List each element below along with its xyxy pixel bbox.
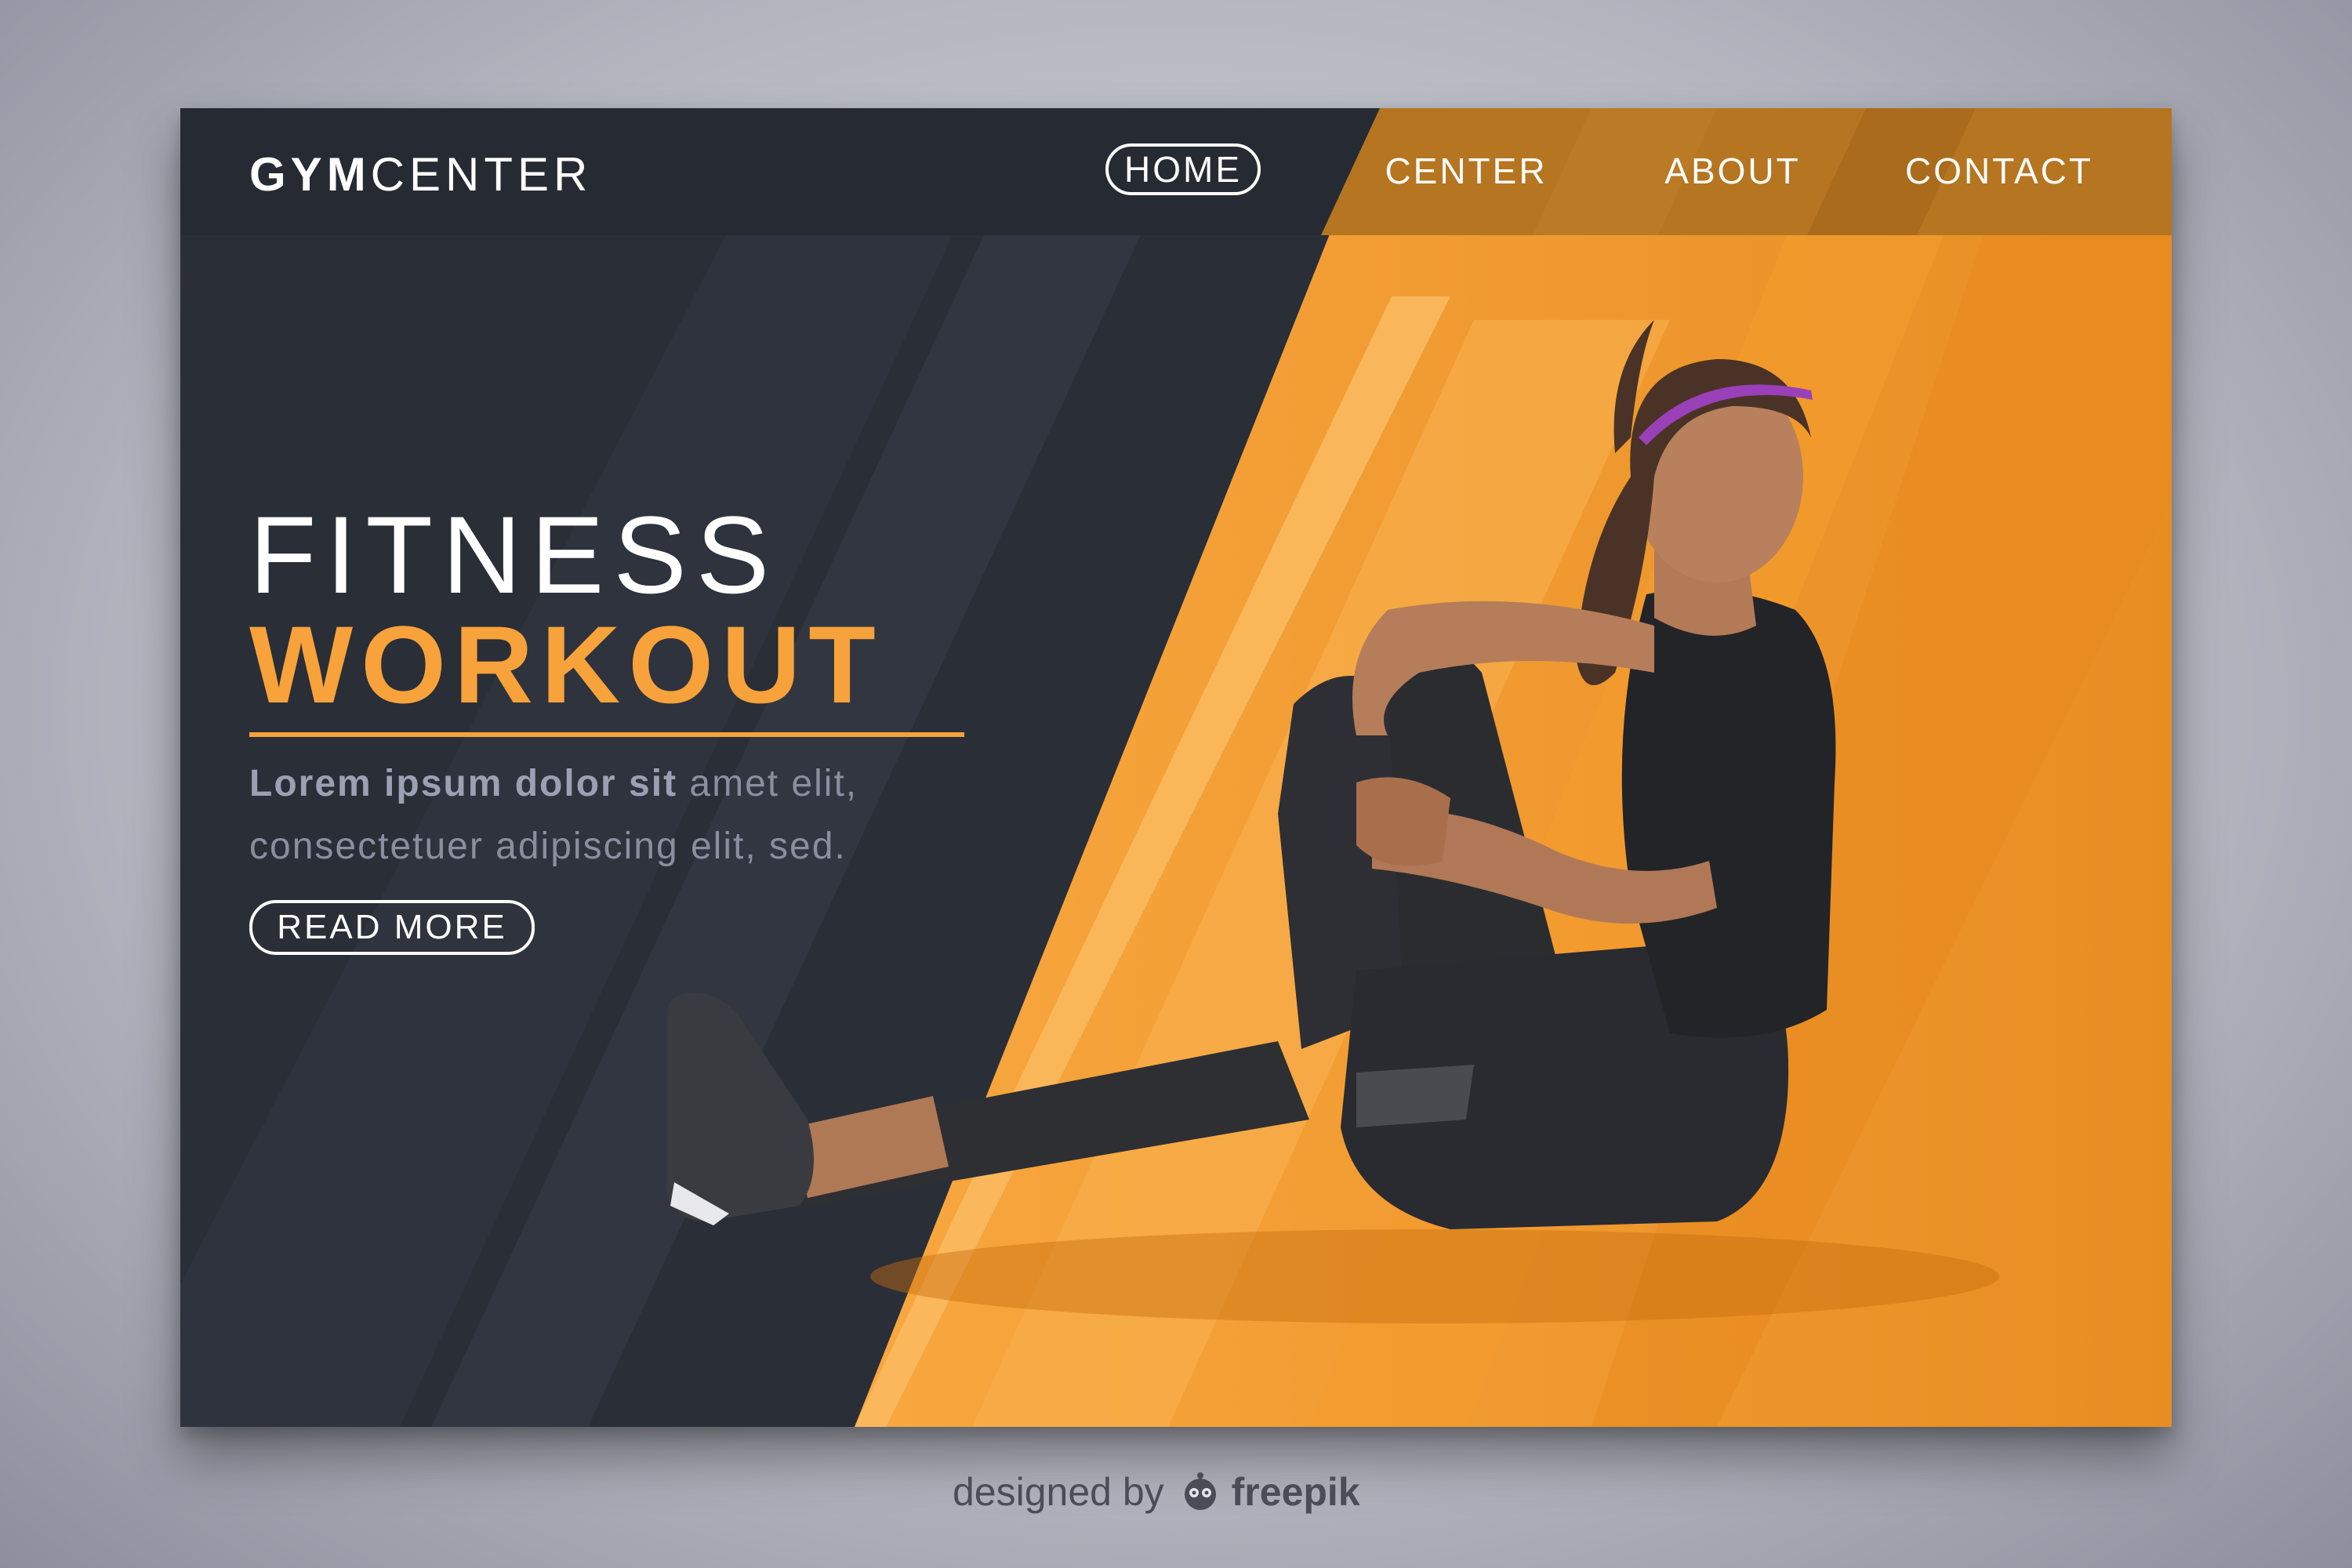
designer-credit[interactable]: designed by freepik [953, 1465, 1360, 1519]
athlete-photo [666, 320, 1999, 1323]
landing-page-card: GYMCENTER HOME CENTER ABOUT CONTACT FITN… [180, 108, 2172, 1427]
credit-prefix: designed by [953, 1470, 1164, 1514]
credit-brand: freepik [1231, 1470, 1360, 1514]
freepik-logo-icon [1184, 1472, 1216, 1510]
